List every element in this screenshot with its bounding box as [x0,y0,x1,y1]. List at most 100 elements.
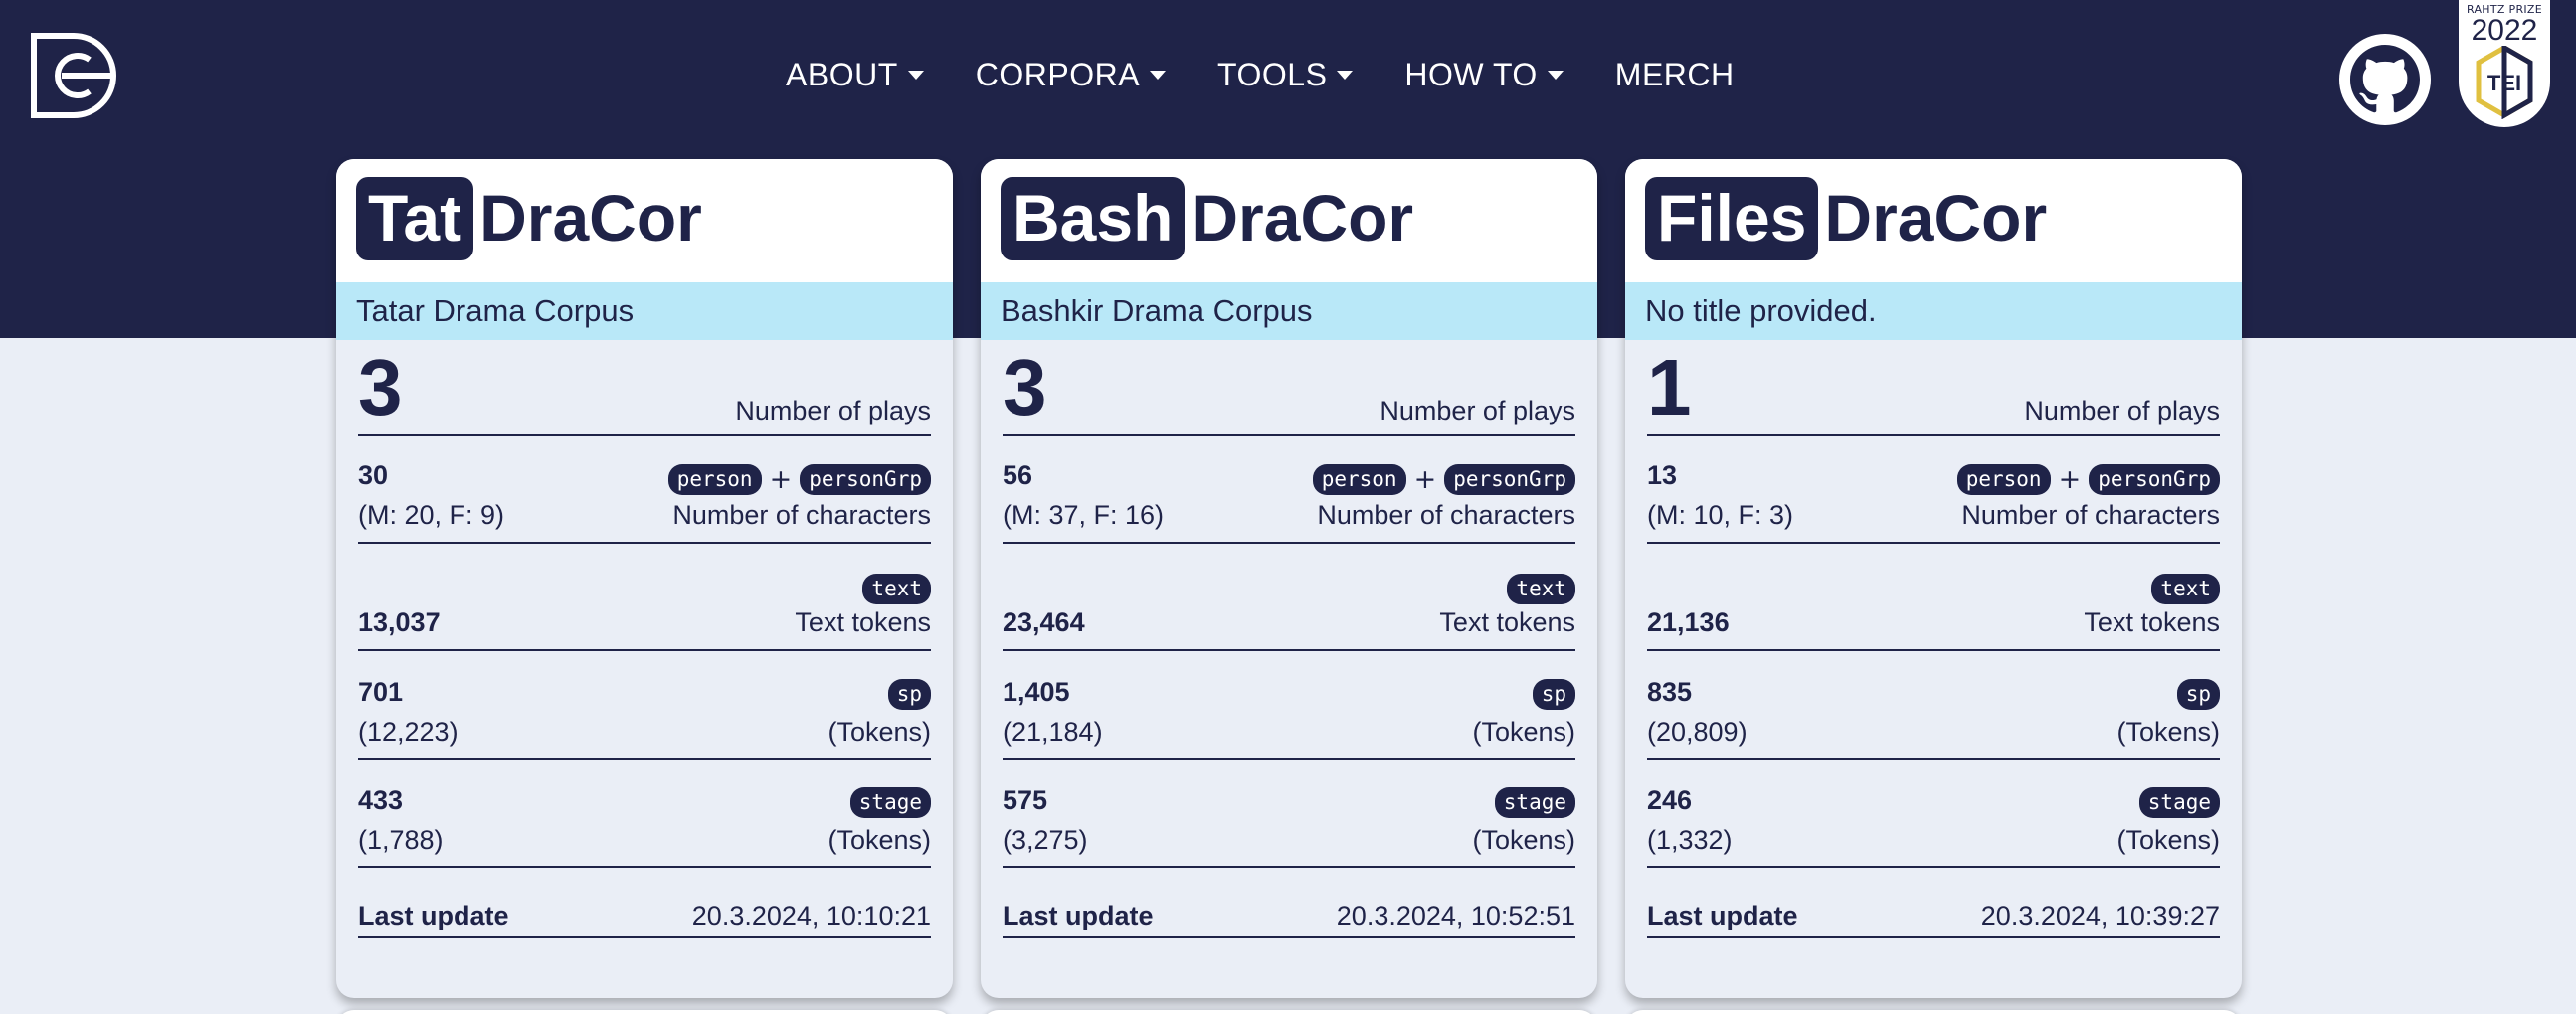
characters-detail: (M: 10, F: 3) [1647,500,1794,530]
github-link[interactable] [2339,34,2431,125]
corpus-abbr: Files [1645,177,1819,260]
sp-tags: sp [2176,679,2220,710]
tag-text: text [2151,574,2220,604]
plays-count: 3 [358,343,403,431]
card-header: Files DraCor [1625,159,2242,282]
tag-person: person [1956,464,2051,495]
github-icon [2350,45,2420,113]
sp-tokens-label: (Tokens) [2116,717,2220,747]
stage-row: 246 stage (1,332) (Tokens) [1647,760,2220,868]
corpus-card-tat[interactable]: Tat DraCor Tatar Drama Corpus 3 Number o… [336,159,953,998]
corpus-brand: DraCor [1824,181,2048,254]
next-corpus-card[interactable] [1625,1010,2242,1014]
characters-row: 56 person + personGrp (M: 37, F: 16) Num… [1003,436,1575,544]
characters-count: 30 [358,460,389,490]
tei-year: 2022 [2471,14,2538,47]
next-corpus-card[interactable] [981,1010,1597,1014]
stage-count: 246 [1647,785,1693,815]
chevron-down-icon [1547,70,1564,80]
plays-label: Number of plays [735,396,931,425]
sp-row: 835 sp (20,809) (Tokens) [1647,651,2220,760]
tag-sp: sp [2176,679,2220,710]
sp-tokens: (20,809) [1647,717,1748,747]
tag-stage: stage [849,787,931,818]
text-tokens-row: text 21,136 Text tokens [1647,544,2220,651]
last-update-row: Last update 20.3.2024, 10:52:51 [1003,901,1575,938]
characters-row: 13 person + personGrp (M: 10, F: 3) Numb… [1647,436,2220,544]
nav-tools[interactable]: TOOLS [1217,56,1354,93]
tag-persongrp: personGrp [800,464,931,495]
nav-merch[interactable]: MERCH [1615,57,1735,93]
sp-tokens: (12,223) [358,717,459,747]
text-tokens-row: text 13,037 Text tokens [358,544,931,651]
stage-tags: stage [1494,787,1575,818]
card-header: Bash DraCor [981,159,1597,282]
text-tags: text [2151,574,2220,604]
last-update-row: Last update 20.3.2024, 10:10:21 [358,901,931,938]
stage-tokens: (1,788) [358,825,444,855]
plays-label: Number of plays [2024,396,2220,425]
nav-tools-label: TOOLS [1217,56,1328,92]
next-corpus-card[interactable] [336,1010,953,1014]
chevron-down-icon [1337,70,1354,80]
sp-count: 835 [1647,677,1693,707]
tag-sp: sp [887,679,931,710]
sp-row: 701 sp (12,223) (Tokens) [358,651,931,760]
plays-count: 3 [1003,343,1047,431]
characters-label: Number of characters [1961,500,2220,530]
text-tokens-label: Text tokens [2084,607,2220,637]
sp-tokens: (21,184) [1003,717,1103,747]
sp-count: 1,405 [1003,677,1070,707]
plays-count: 1 [1647,343,1692,431]
corpus-card-bash[interactable]: Bash DraCor Bashkir Drama Corpus 3 Numbe… [981,159,1597,998]
character-tags: person + personGrp [1312,464,1575,495]
text-tokens-count: 21,136 [1647,607,1730,637]
last-update-label: Last update [1003,901,1154,930]
plays-label: Number of plays [1380,396,1575,425]
tag-plus: + [1413,464,1437,495]
characters-detail: (M: 37, F: 16) [1003,500,1165,530]
sp-tags: sp [887,679,931,710]
chevron-down-icon [1150,70,1167,80]
sp-tokens-label: (Tokens) [828,717,931,747]
tag-plus: + [769,464,793,495]
tag-persongrp: personGrp [1444,464,1575,495]
nav-about[interactable]: ABOUT [786,57,924,93]
last-update-value: 20.3.2024, 10:39:27 [1980,901,2220,930]
sp-tags: sp [1532,679,1575,710]
plays-row: 1 Number of plays [1647,340,2220,436]
corpus-abbr: Tat [356,177,474,260]
sp-row: 1,405 sp (21,184) (Tokens) [1003,651,1575,760]
sp-tokens-label: (Tokens) [1472,717,1575,747]
sp-count: 701 [358,677,404,707]
nav-merch-label: MERCH [1614,56,1735,92]
last-update-row: Last update 20.3.2024, 10:39:27 [1647,901,2220,938]
corpus-card-files[interactable]: Files DraCor No title provided. 1 Number… [1625,159,2242,998]
stage-tags: stage [849,787,931,818]
dracor-logo-icon[interactable] [28,30,119,121]
characters-label: Number of characters [672,500,931,530]
stage-count: 575 [1003,785,1048,815]
stage-tags: stage [2138,787,2220,818]
corpus-title: No title provided. [1625,282,2242,340]
characters-count: 13 [1647,460,1678,490]
tei-prize-badge[interactable]: RAHTZ PRIZE 2022 TEI [2459,0,2550,127]
corpus-title: Tatar Drama Corpus [336,282,953,340]
nav-howto-label: HOW TO [1404,56,1538,92]
stage-tokens-label: (Tokens) [2116,825,2220,855]
tag-text: text [862,574,931,604]
tag-persongrp: personGrp [2089,464,2220,495]
stage-tokens-label: (Tokens) [828,825,931,855]
card-stats: 3 Number of plays 56 person + personGrp … [981,340,1597,868]
stage-count: 433 [358,785,404,815]
corpus-brand: DraCor [479,181,702,254]
stage-tokens: (1,332) [1647,825,1733,855]
nav-corpora[interactable]: CORPORA [976,57,1167,93]
last-update-label: Last update [358,901,509,930]
nav-howto[interactable]: HOW TO [1404,56,1564,93]
text-tokens-row: text 23,464 Text tokens [1003,544,1575,651]
last-update-value: 20.3.2024, 10:52:51 [1336,901,1575,930]
text-tags: text [862,574,931,604]
plays-row: 3 Number of plays [358,340,931,436]
tag-person: person [667,464,762,495]
